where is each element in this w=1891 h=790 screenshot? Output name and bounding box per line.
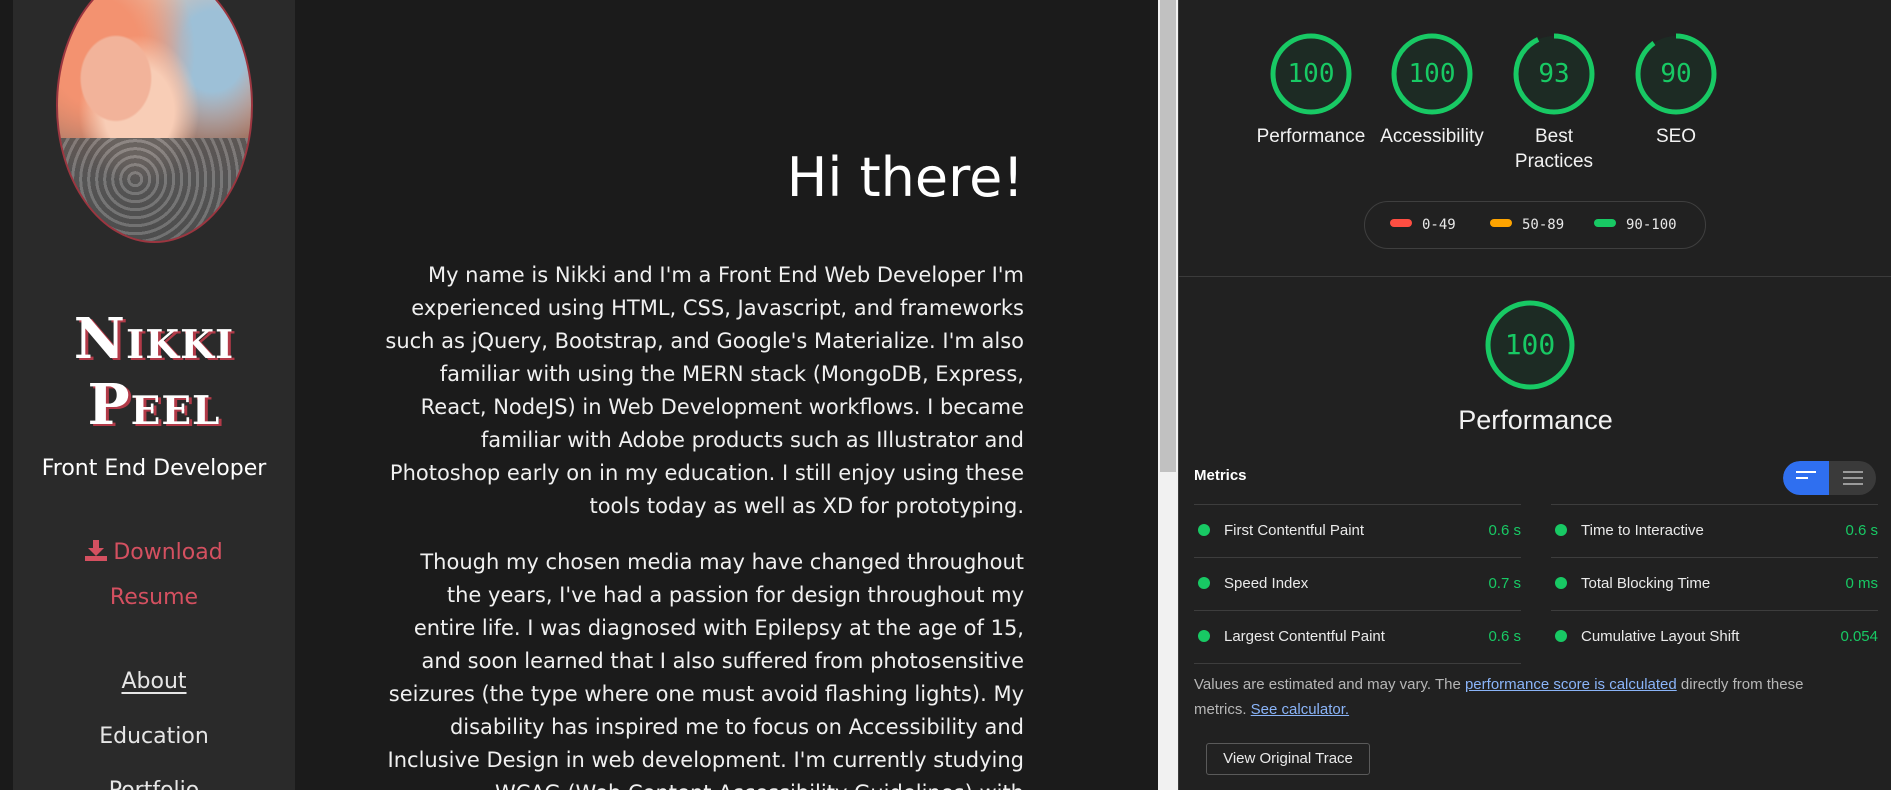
scrollbar-thumb[interactable] (1160, 0, 1176, 472)
pass-dot-icon (1555, 577, 1567, 589)
sidebar: Nikki Peel Front End Developer Download … (13, 0, 295, 790)
note-prefix: Values are estimated and may vary. The (1194, 676, 1465, 693)
gauge-label: Performance (1256, 126, 1366, 147)
pass-dot-icon (1198, 524, 1210, 536)
legend-average: 50-89 (1490, 217, 1564, 233)
legend-range: 0-49 (1422, 217, 1456, 233)
gauge-seo[interactable]: 90 SEO (1616, 32, 1736, 149)
score-calculated-link[interactable]: performance score is calculated (1465, 676, 1677, 693)
nav-about[interactable]: About (13, 669, 295, 694)
page-edge (0, 0, 13, 790)
avatar (56, 0, 253, 243)
legend-range: 50-89 (1522, 217, 1565, 233)
pass-dot-icon (1198, 630, 1210, 642)
main-content: Hi there! My name is Nikki and I'm a Fro… (295, 0, 1158, 790)
legend-fail: 0-49 (1390, 217, 1456, 233)
legend-swatch (1390, 219, 1412, 227)
pass-dot-icon (1198, 577, 1210, 589)
legend-swatch (1594, 219, 1616, 227)
metrics-column-left: First Contentful Paint 0.6 s Speed Index 0… (1194, 504, 1521, 665)
metric-value: 0.6 s (1845, 522, 1878, 539)
pass-dot-icon (1555, 630, 1567, 642)
toggle-detail-view[interactable] (1830, 461, 1876, 495)
metric-row: Time to Interactive 0.6 s (1551, 504, 1878, 557)
detail-lines-icon (1843, 471, 1863, 489)
section-divider (1179, 276, 1891, 277)
metrics-heading: Metrics (1194, 467, 1247, 484)
site-name-first: Nikki (73, 306, 235, 372)
gauge-performance[interactable]: 100 Performance (1251, 32, 1371, 149)
gauge-score: 90 (1660, 59, 1692, 89)
metric-value: 0 ms (1845, 575, 1878, 592)
metric-label: Largest Contentful Paint (1224, 628, 1385, 645)
portfolio-site: Nikki Peel Front End Developer Download … (0, 0, 1158, 790)
gauge-score: 100 (1287, 59, 1335, 89)
metric-row-end (1194, 663, 1521, 665)
download-label: Download (113, 540, 223, 565)
pass-dot-icon (1555, 524, 1567, 536)
bio-paragraph-1: My name is Nikki and I'm a Front End Web… (385, 263, 1024, 518)
lighthouse-report: 100 Performance 100 Accessibility 93 Bes… (1178, 0, 1891, 790)
legend-range: 90-100 (1626, 217, 1677, 233)
site-role: Front End Developer (41, 456, 267, 481)
main-gauge-score: 100 (1504, 328, 1556, 361)
metric-label: Cumulative Layout Shift (1581, 628, 1740, 645)
metrics-view-toggle[interactable] (1783, 461, 1876, 495)
view-original-trace-button[interactable]: View Original Trace (1206, 743, 1370, 775)
nav-education[interactable]: Education (13, 724, 295, 749)
metric-value: 0.7 s (1488, 575, 1521, 592)
metric-value: 0.6 s (1488, 522, 1521, 539)
gauge-best-practices[interactable]: 93 Best Practices (1494, 32, 1614, 174)
metric-label: Time to Interactive (1581, 522, 1704, 539)
download-resume-link[interactable]: Download Resume (13, 530, 295, 620)
metric-row: Speed Index 0.7 s (1194, 557, 1521, 610)
metric-row: Largest Contentful Paint 0.6 s (1194, 610, 1521, 663)
gauge-score: 93 (1538, 59, 1570, 89)
nav-portfolio[interactable]: Portfolio (13, 778, 295, 790)
metric-row: First Contentful Paint 0.6 s (1194, 504, 1521, 557)
gauge-label: SEO (1655, 126, 1697, 147)
gauge-score: 100 (1408, 59, 1456, 89)
metric-label: First Contentful Paint (1224, 522, 1365, 539)
metric-label: Speed Index (1224, 575, 1309, 592)
metric-value: 0.6 s (1488, 628, 1521, 645)
metric-row: Total Blocking Time 0 ms (1551, 557, 1878, 610)
legend-pass: 90-100 (1594, 217, 1677, 233)
metrics-column-right: Time to Interactive 0.6 s Total Blocking … (1551, 504, 1878, 663)
summary-lines-icon (1796, 471, 1816, 483)
metrics-note: Values are estimated and may vary. The p… (1194, 672, 1834, 722)
see-calculator-link[interactable]: See calculator. (1251, 701, 1349, 718)
greeting-heading: Hi there! (786, 146, 1024, 209)
avatar-shirt (58, 138, 251, 241)
legend-swatch (1490, 219, 1512, 227)
metric-value: 0.054 (1840, 628, 1878, 645)
score-legend: 0-49 50-89 90-100 (1364, 201, 1706, 249)
bio-paragraph-2: Though my chosen media may have changed … (387, 550, 1024, 790)
site-name-last: Peel (87, 372, 221, 438)
gauge-label: Best Practices (1514, 126, 1594, 172)
gauge-label: Accessibility (1380, 126, 1484, 147)
metric-row: Cumulative Layout Shift 0.054 (1551, 610, 1878, 663)
metric-label: Total Blocking Time (1581, 575, 1711, 592)
download-icon (85, 532, 108, 561)
toggle-summary-view[interactable] (1783, 461, 1829, 495)
category-title: Performance (1458, 405, 1613, 435)
resume-label: Resume (109, 585, 199, 610)
gauge-accessibility[interactable]: 100 Accessibility (1372, 32, 1492, 149)
site-name: Nikki Peel (13, 306, 295, 438)
